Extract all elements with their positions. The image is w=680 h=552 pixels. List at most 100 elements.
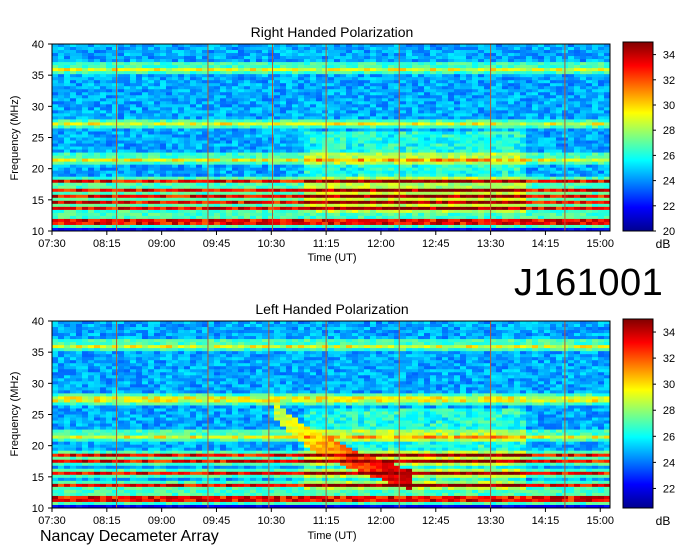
heat-cell <box>226 77 233 81</box>
heat-cell <box>502 158 509 163</box>
heat-cell <box>250 95 257 99</box>
heat-cell <box>268 113 275 117</box>
heat-cell <box>412 80 419 84</box>
heat-cell <box>64 194 71 199</box>
heat-cell <box>484 191 491 196</box>
heat-cell <box>454 170 461 175</box>
heat-cell <box>388 161 395 166</box>
heat-cell <box>124 65 131 69</box>
heat-cell <box>172 176 179 181</box>
heat-cell <box>580 158 587 163</box>
heat-cell <box>532 137 539 141</box>
heat-cell <box>376 164 383 169</box>
heat-cell <box>460 200 467 205</box>
heat-cell <box>334 200 341 205</box>
heat-cell <box>496 113 503 117</box>
heat-cell <box>340 92 347 96</box>
heat-cell <box>64 80 71 84</box>
heat-cell <box>358 47 365 51</box>
heat-cell <box>118 122 125 126</box>
heat-cell <box>172 140 179 144</box>
heat-cell <box>580 134 587 138</box>
heat-cell <box>478 122 485 126</box>
heat-cell <box>262 176 269 181</box>
heat-cell <box>172 194 179 199</box>
heat-cell <box>598 71 605 75</box>
heat-cell <box>178 176 185 181</box>
heat-cell <box>574 116 581 120</box>
heat-cell <box>160 77 167 81</box>
heat-cell <box>424 74 431 78</box>
heat-cell <box>154 98 161 102</box>
heat-cell <box>148 98 155 102</box>
heat-cell <box>70 77 77 81</box>
heat-cell <box>238 56 245 60</box>
heat-cell <box>586 119 593 123</box>
heat-cell <box>502 161 509 166</box>
heat-cell <box>298 146 305 150</box>
heat-cell <box>202 152 209 156</box>
heat-cell <box>232 101 239 105</box>
heat-cell <box>322 176 329 181</box>
heat-cell <box>136 203 143 208</box>
heat-cell <box>166 203 173 208</box>
heat-cell <box>484 56 491 60</box>
heat-cell <box>580 188 587 193</box>
heat-cell <box>388 173 395 178</box>
heat-cell <box>82 44 89 48</box>
heat-cell <box>148 68 155 72</box>
heat-cell <box>298 107 305 111</box>
heat-cell <box>76 143 83 147</box>
heat-cell <box>598 116 605 120</box>
heat-cell <box>106 101 113 105</box>
heat-cell <box>442 59 449 63</box>
heat-cell <box>214 182 221 187</box>
heat-cell <box>346 152 353 156</box>
heat-cell <box>592 122 599 126</box>
heat-cell <box>118 188 125 193</box>
heat-cell <box>592 146 599 150</box>
heat-cell <box>358 44 365 48</box>
heat-cell <box>112 134 119 138</box>
heat-cell <box>136 119 143 123</box>
heat-cell <box>496 146 503 150</box>
heat-cell <box>118 143 125 147</box>
heat-cell <box>316 131 323 135</box>
heat-cell <box>514 158 521 163</box>
heat-cell <box>484 149 491 153</box>
heat-cell <box>478 140 485 144</box>
heat-cell <box>214 101 221 105</box>
heat-cell <box>136 95 143 99</box>
heat-cell <box>532 116 539 120</box>
heat-cell <box>334 167 341 172</box>
heat-cell <box>292 116 299 120</box>
heat-cell <box>256 107 263 111</box>
heat-cell <box>142 170 149 175</box>
heat-cell <box>202 89 209 93</box>
heat-cell <box>382 77 389 81</box>
heat-cell <box>58 152 65 156</box>
heat-cell <box>292 155 299 160</box>
heat-cell <box>406 137 413 141</box>
heat-cell <box>196 119 203 123</box>
heat-cell <box>544 116 551 120</box>
heat-cell <box>118 80 125 84</box>
heat-cell <box>286 173 293 178</box>
heat-cell <box>268 197 275 202</box>
heat-cell <box>448 53 455 57</box>
heat-cell <box>76 83 83 87</box>
heat-cell <box>196 158 203 163</box>
heat-cell <box>514 197 521 202</box>
heat-cell <box>142 101 149 105</box>
heat-cell <box>52 146 59 150</box>
heat-cell <box>388 149 395 153</box>
heat-cell <box>256 197 263 202</box>
heat-cell <box>88 182 95 187</box>
heat-cell <box>604 158 611 163</box>
heat-cell <box>334 101 341 105</box>
heat-cell <box>520 146 527 150</box>
heat-cell <box>472 167 479 172</box>
heat-cell <box>100 173 107 178</box>
heat-cell <box>280 98 287 102</box>
heat-cell <box>442 173 449 178</box>
